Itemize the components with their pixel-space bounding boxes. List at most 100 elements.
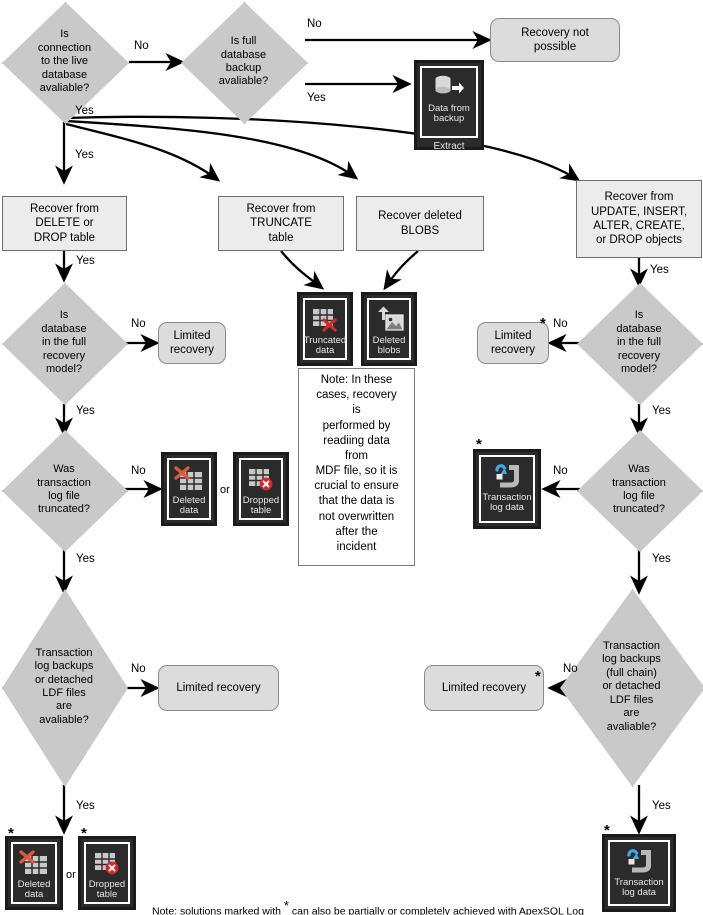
note-line: after the <box>335 525 378 538</box>
process-recover-from-update-insert-alter-create-drop-objects[interactable]: Recover from UPDATE, INSERT, ALTER, CREA… <box>576 180 702 258</box>
note-line: is <box>352 404 361 417</box>
or-separator-bottom: or <box>66 869 76 881</box>
icon-transaction-log-data-bottom[interactable]: Transaction log data <box>602 834 676 912</box>
terminator-recovery-not-possible[interactable]: Recovery not possible <box>490 18 620 62</box>
process-recover-from-delete-or-drop-table[interactable]: Recover from DELETE or DROP table <box>2 196 127 251</box>
icon-caption: Truncated data <box>303 335 347 357</box>
terminator-label: Recovery not possible <box>521 26 589 53</box>
terminator-label: Limited recovery <box>490 329 536 356</box>
process-recover-from-truncate-table[interactable]: Recover from TRUNCATE table <box>218 196 344 251</box>
flowchart-canvas: Is connection to the live database avali… <box>0 0 703 915</box>
note-line: Note: In these <box>320 374 393 386</box>
icon-data-from-backup[interactable]: Data from backup Extract <box>414 60 484 152</box>
decision-left-is-database-in-full-recovery-model[interactable]: Is database in the full recovery model? <box>2 283 128 405</box>
edge-label-yes-d7-d8: Yes <box>652 553 671 565</box>
edge-label-yes-d6-d7: Yes <box>652 405 671 417</box>
note-line: crucial to ensure <box>314 480 399 493</box>
decision-is-full-database-backup-available[interactable]: Is full database backup avaliable? <box>181 2 308 124</box>
edge-label-yes-objects: Yes <box>650 264 669 276</box>
process-label: Recover from DELETE or DROP table <box>29 202 100 244</box>
note-line: not overwritten <box>318 510 395 523</box>
edge-label-no-d6: No <box>553 318 568 330</box>
icon-inner: Data from backup <box>420 66 478 138</box>
footer-note: Note: solutions marked with * can also b… <box>152 898 584 915</box>
edge-label-no-d2-recovery: No <box>307 18 322 30</box>
decision-left-transaction-log-backups-or-detached-ldf[interactable]: Transaction log backups or detached LDF … <box>2 589 128 787</box>
edge-label-yes-d1-delete: Yes <box>75 149 94 161</box>
icon-caption: Deleted blobs <box>372 335 406 357</box>
decision-right-transaction-log-backups-full-chain-or-detached-ldf[interactable]: Transaction log backups (full chain) or … <box>560 589 703 787</box>
edge-label-no-d5: No <box>131 663 146 675</box>
icon-transaction-log-data-mid[interactable]: Transaction log data <box>473 449 541 529</box>
process-label: Recover deleted BLOBS <box>378 210 462 237</box>
edge-label-yes-d1-fan: Yes <box>75 105 94 117</box>
terminator-label: Limited recovery <box>176 681 261 694</box>
terminator-label: Limited recovery <box>441 681 527 694</box>
transaction-log-icon <box>622 846 656 876</box>
process-recover-deleted-blobs[interactable]: Recover deleted BLOBS <box>356 196 484 251</box>
icon-inner: Deleted blobs <box>367 298 411 360</box>
icon-dropped-table-bottom[interactable]: Dropped table <box>78 836 136 910</box>
icon-caption: Transaction log data <box>482 492 532 514</box>
process-label: Recover from UPDATE, INSERT, ALTER, CREA… <box>590 191 688 247</box>
note-line: readiing data <box>323 434 390 447</box>
decision-label: Transaction log backups (full chain) or … <box>602 640 661 733</box>
database-export-icon <box>432 72 466 102</box>
icon-inner: Deleted data <box>167 458 211 520</box>
note-line: incident <box>336 540 377 553</box>
icon-inner: Dropped table <box>84 842 130 904</box>
icon-deleted-blobs[interactable]: Deleted blobs <box>361 292 417 366</box>
terminator-label: Limited recovery <box>169 329 215 356</box>
icon-deleted-data-bottom[interactable]: Deleted data <box>5 836 63 910</box>
note-text: Note: In these cases, recovery is performed… <box>304 373 409 555</box>
icon-caption: Data from backup <box>428 103 470 125</box>
decision-label: Was transaction log file truncated? <box>612 463 666 516</box>
edge-label-yes-d4-d5: Yes <box>76 553 95 565</box>
edge-label-yes-d2-backup: Yes <box>307 92 326 104</box>
terminator-limited-recovery-left-1[interactable]: Limited recovery <box>158 322 226 364</box>
or-separator-mid: or <box>220 484 230 496</box>
dropped-table-icon <box>90 848 124 878</box>
edge-label-no-d1-d2: No <box>134 40 149 52</box>
decision-label: Is connection to the live database avali… <box>37 28 92 95</box>
icon-inner: Transaction log data <box>479 455 535 523</box>
process-label: Recover from TRUNCATE table <box>246 202 316 244</box>
note-mdf-recovery: Note: In these cases, recovery is performed… <box>298 368 415 566</box>
transaction-log-icon <box>490 461 524 491</box>
icon-deleted-data-mid[interactable]: Deleted data <box>161 452 217 526</box>
note-line: that the data is <box>318 495 395 508</box>
decision-label: Is database in the full recovery model? <box>616 309 662 376</box>
edge-label-yes-d3-d4: Yes <box>76 405 95 417</box>
note-line: cases, recovery <box>316 389 397 402</box>
deleted-blobs-icon <box>372 304 406 334</box>
icon-truncated-data[interactable]: Truncated data <box>297 292 353 366</box>
terminator-limited-recovery-right-1[interactable]: Limited recovery <box>477 322 549 364</box>
edge-label-no-d7: No <box>553 465 568 477</box>
icon-caption: Transaction log data <box>614 877 664 899</box>
note-line: MDF file, so it is <box>315 465 398 478</box>
edge-label-yes-d5-bottom: Yes <box>76 800 95 812</box>
terminator-limited-recovery-left-2[interactable]: Limited recovery <box>158 665 279 711</box>
footer-note-prefix: Note: solutions marked with <box>152 905 281 915</box>
edge-label-yes-d8-bottom: Yes <box>652 800 671 812</box>
edge-label-yes-delete-to-d3: Yes <box>76 255 95 267</box>
icon-inner: Dropped table <box>239 458 283 520</box>
decision-is-connection-to-live-database-available[interactable]: Is connection to the live database avali… <box>2 2 129 124</box>
asterisk-marker-limited-recovery-right-1: * <box>540 315 546 332</box>
decision-label: Transaction log backups or detached LDF … <box>34 646 94 726</box>
icon-caption: Deleted data <box>17 879 51 901</box>
decision-right-is-database-in-full-recovery-model[interactable]: Is database in the full recovery model? <box>577 283 703 405</box>
decision-left-was-transaction-log-file-truncated[interactable]: Was transaction log file truncated? <box>2 430 128 552</box>
decision-label: Is database in the full recovery model? <box>41 309 87 376</box>
icon-caption: Dropped table <box>88 879 126 901</box>
deleted-data-icon <box>17 848 51 878</box>
decision-right-was-transaction-log-file-truncated[interactable]: Was transaction log file truncated? <box>577 430 703 552</box>
icon-inner: Deleted data <box>11 842 57 904</box>
terminator-limited-recovery-right-2[interactable]: Limited recovery <box>424 665 544 711</box>
dropped-table-icon <box>244 464 278 494</box>
decision-label: Was transaction log file truncated? <box>37 463 91 516</box>
asterisk-marker-limited-recovery-right-2: * <box>535 668 541 685</box>
icon-dropped-table-mid[interactable]: Dropped table <box>233 452 289 526</box>
note-line: performed by <box>322 419 391 432</box>
decision-label: Is full database backup avaliable? <box>218 35 269 88</box>
